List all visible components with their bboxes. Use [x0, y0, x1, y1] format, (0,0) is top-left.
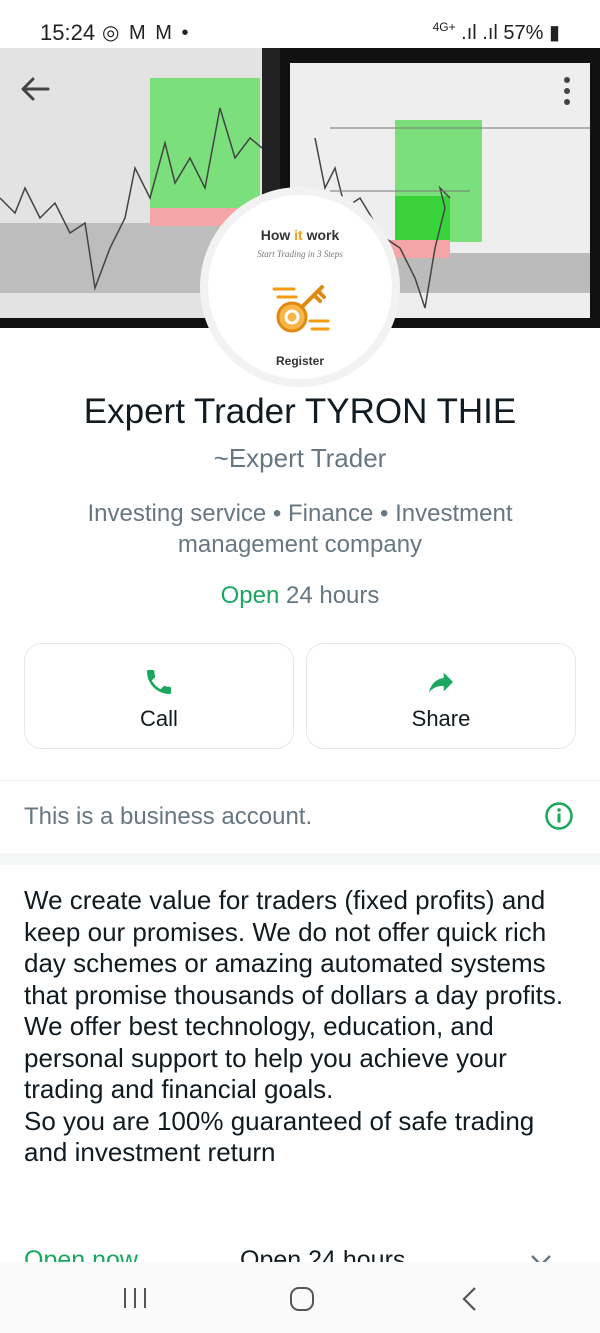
- section-divider: [0, 853, 600, 865]
- status-bar: 15:24 ◎ M M • 4G+ .ıl .ıl 57% ▮: [0, 0, 600, 48]
- back-arrow-icon[interactable]: [18, 72, 52, 106]
- call-button[interactable]: Call: [24, 643, 294, 749]
- business-name: Expert Trader TYRON THIE: [83, 392, 517, 431]
- business-subname: ~Expert Trader: [213, 443, 387, 473]
- info-icon[interactable]: [544, 801, 574, 831]
- business-category: Investing service • Finance • Investment…: [87, 500, 513, 558]
- business-hours: Open 24 hours: [0, 582, 600, 610]
- back-nav-icon[interactable]: [460, 1286, 480, 1312]
- call-label: Call: [140, 706, 178, 731]
- share-label: Share: [411, 706, 471, 731]
- profile-avatar[interactable]: How it work Start Trading in 3 Steps Reg…: [208, 195, 392, 379]
- battery-icon: ▮: [548, 22, 560, 44]
- business-notice-row[interactable]: This is a business account.: [0, 780, 600, 854]
- system-nav-bar: [0, 1262, 600, 1333]
- key-icon: [272, 285, 330, 333]
- signal-icon: .ıl .ıl: [461, 22, 498, 44]
- phone-icon: [147, 670, 171, 694]
- home-icon[interactable]: [289, 1286, 315, 1312]
- share-icon: [429, 672, 453, 693]
- share-button[interactable]: Share: [306, 643, 576, 749]
- notification-icons: ◎ M M •: [102, 22, 191, 44]
- more-options-icon[interactable]: [552, 74, 582, 108]
- about-paragraph: So you are 100% guaranteed of safe tradi…: [24, 1105, 535, 1168]
- status-right: 4G+ .ıl .ıl 57% ▮: [433, 20, 560, 45]
- logo-caption: Register: [275, 354, 325, 368]
- recent-apps-icon[interactable]: [122, 1286, 148, 1310]
- hours-text: 24 hours: [279, 582, 380, 609]
- about-paragraph: We create value for traders (fixed profi…: [24, 885, 564, 1104]
- about-text: We create value for traders (fixed profi…: [24, 885, 580, 1169]
- open-status: Open: [220, 582, 280, 609]
- network-label: 4G+: [432, 20, 456, 34]
- logo-title: How it work: [260, 227, 340, 243]
- business-notice-text: This is a business account.: [24, 803, 313, 830]
- logo-subtitle: Start Trading in 3 Steps: [257, 249, 343, 259]
- status-time: 15:24: [40, 20, 96, 45]
- battery-label: 57%: [503, 22, 544, 44]
